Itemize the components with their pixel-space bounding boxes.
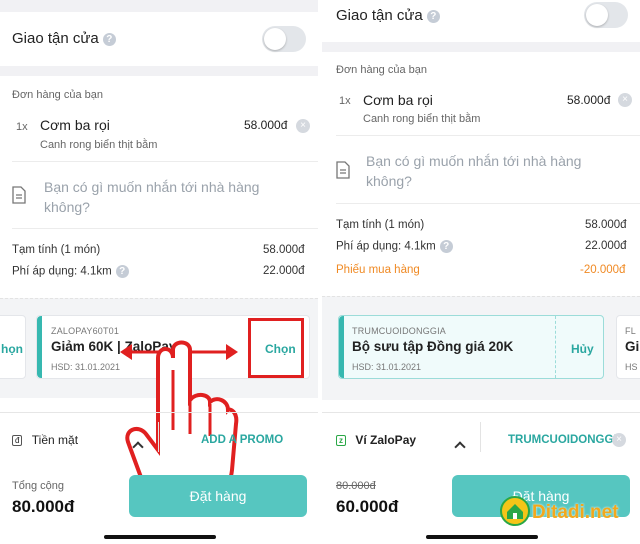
home-indicator — [104, 535, 216, 539]
voucher-discount-label: Phiếu mua hàng — [336, 264, 420, 276]
divider — [336, 203, 640, 204]
delivery-label: Giao tận cửa — [336, 7, 423, 24]
remove-item-icon[interactable]: × — [618, 93, 632, 107]
zalopay-icon: z — [336, 435, 346, 447]
voucher-code: ZALOPAY60T01 — [51, 326, 120, 336]
voucher-discount-value: -20.000đ — [580, 264, 626, 276]
payment-method-label: Tiền mặt — [31, 433, 79, 447]
voucher-expiry: HSD: 31.01.2021 — [51, 362, 121, 372]
payment-method-label: Ví ZaloPay — [355, 433, 417, 447]
divider — [158, 422, 159, 452]
applied-promo-code[interactable]: TRUMCUOIDONGGIA — [508, 434, 625, 446]
right-screen: Giao tận cửa? Đơn hàng của bạn 1x Cơm ba… — [322, 0, 640, 544]
divider — [0, 412, 318, 413]
chevron-up-icon[interactable] — [132, 438, 144, 456]
left-screen: Giao tận cửa? Đơn hàng của bạn 1x Cơm ba… — [0, 0, 318, 544]
payment-method[interactable]: đ Tiền mặt — [12, 433, 78, 447]
item-desc: Canh rong biển thịt bằm — [363, 113, 481, 125]
ditadi-logo-icon — [500, 496, 530, 526]
highlight-box — [248, 318, 304, 378]
cash-icon: đ — [12, 435, 23, 447]
item-desc: Canh rong biển thịt bằm — [40, 139, 158, 151]
orders-header: Đơn hàng của bạn — [336, 64, 428, 76]
order-button[interactable]: Đặt hàng — [129, 475, 307, 517]
help-icon[interactable]: ? — [439, 240, 453, 253]
voucher-accent — [37, 316, 42, 378]
note-input[interactable]: Bạn có gì muốn nhắn tới nhà hàng không? — [366, 151, 586, 191]
voucher-select-button[interactable]: họn — [1, 342, 23, 356]
chevron-up-icon[interactable] — [454, 438, 466, 456]
top-gap — [0, 0, 318, 12]
add-promo-button[interactable]: ADD A PROMO — [201, 434, 283, 446]
payment-method[interactable]: z Ví ZaloPay — [336, 433, 416, 447]
section-gap — [322, 42, 640, 52]
home-indicator — [426, 535, 538, 539]
voucher-expiry: HSD: 31.01.2021 — [352, 362, 422, 372]
voucher-separator — [555, 316, 556, 378]
subtotal-value: 58.000đ — [263, 244, 305, 256]
item-price: 58.000đ — [567, 93, 611, 107]
voucher-card-prev[interactable]: họn — [0, 315, 26, 379]
subtotal-label: Tạm tính (1 món) — [12, 244, 101, 256]
note-icon — [336, 161, 350, 179]
subtotal-label: Tạm tính (1 món) — [336, 219, 425, 231]
delivery-toggle[interactable] — [584, 2, 628, 28]
item-name[interactable]: Cơm ba rọi — [363, 92, 433, 108]
divider — [480, 422, 481, 452]
fee-label: Phí áp dụng: 4.1km — [336, 240, 436, 253]
fee-value: 22.000đ — [263, 265, 305, 277]
voucher-accent — [339, 316, 344, 378]
item-name[interactable]: Cơm ba rọi — [40, 117, 110, 133]
item-qty: 1x — [16, 121, 28, 133]
fee-row: Phí áp dụng: 4.1km? — [12, 265, 129, 278]
section-gap — [0, 66, 318, 76]
help-icon[interactable]: ? — [426, 9, 440, 23]
voucher-code: FL — [625, 326, 636, 336]
help-icon[interactable]: ? — [102, 32, 116, 46]
divider — [12, 161, 318, 162]
divider — [12, 228, 318, 229]
watermark-text: Ditadi.net — [532, 502, 619, 523]
fee-row: Phí áp dụng: 4.1km? — [336, 240, 453, 253]
voucher-card[interactable]: TRUMCUOIDONGGIA Bộ sưu tập Đồng giá 20K … — [338, 315, 604, 379]
item-qty: 1x — [339, 95, 351, 107]
total-label: Tổng cộng — [12, 480, 64, 492]
note-input[interactable]: Bạn có gì muốn nhắn tới nhà hàng không? — [44, 177, 264, 217]
divider — [336, 135, 640, 136]
delivery-row: Giao tận cửa? — [336, 7, 440, 24]
delivery-row: Giao tận cửa? — [12, 30, 116, 47]
item-price: 58.000đ — [244, 118, 288, 132]
note-icon — [12, 186, 26, 204]
divider — [322, 412, 640, 413]
voucher-expiry: HS — [625, 362, 638, 372]
voucher-title: Gi — [625, 339, 640, 354]
fee-label: Phí áp dụng: 4.1km — [12, 265, 112, 278]
voucher-code: TRUMCUOIDONGGIA — [352, 326, 446, 336]
remove-item-icon[interactable]: × — [296, 119, 310, 133]
help-icon[interactable]: ? — [115, 265, 129, 278]
total-value: 60.000đ — [336, 497, 399, 516]
voucher-card-next[interactable]: FL Gi HS — [616, 315, 640, 379]
total-value: 80.000đ — [12, 497, 75, 516]
orders-header: Đơn hàng của bạn — [12, 89, 104, 101]
delivery-label: Giao tận cửa — [12, 30, 99, 47]
remove-promo-icon[interactable]: × — [612, 433, 626, 447]
voucher-title: Bộ sưu tập Đồng giá 20K — [352, 339, 514, 354]
fee-value: 22.000đ — [585, 240, 627, 252]
delivery-toggle[interactable] — [262, 26, 306, 52]
voucher-cancel-button[interactable]: Hủy — [571, 342, 594, 356]
subtotal-value: 58.000đ — [585, 219, 627, 231]
total-old-value: 80.000đ — [336, 480, 376, 492]
